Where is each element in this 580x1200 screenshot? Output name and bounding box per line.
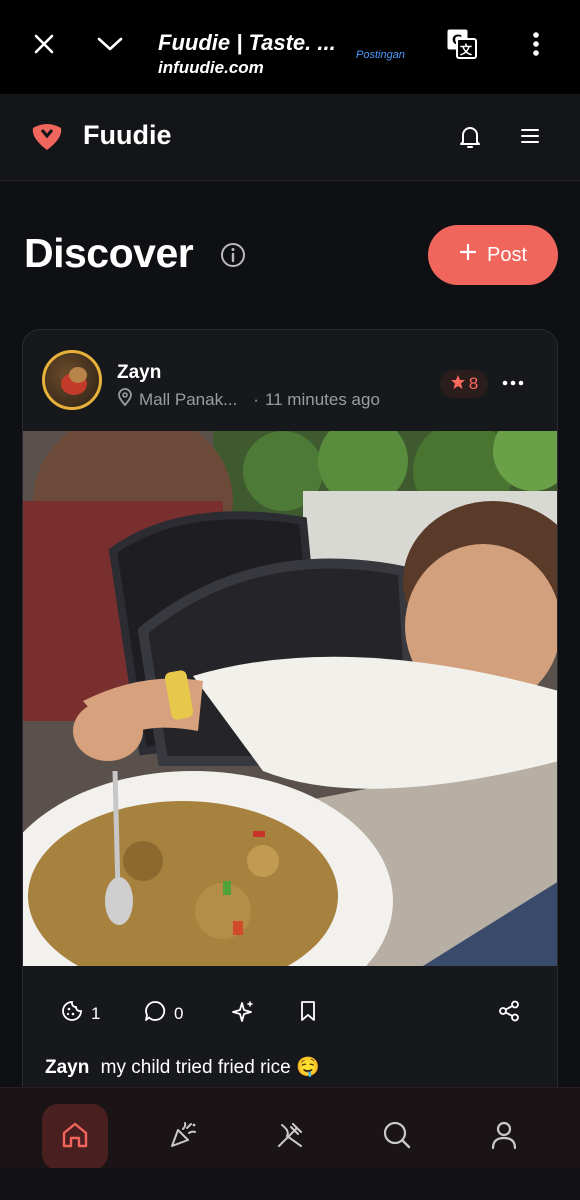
svg-text:文: 文 [460, 42, 473, 57]
nav-profile[interactable] [471, 1104, 537, 1170]
home-icon [59, 1119, 91, 1156]
rating-value: 8 [468, 374, 479, 393]
more-horizontal-icon[interactable] [501, 374, 525, 392]
page-title: Fuudie | Taste. ... [158, 30, 336, 55]
post-author[interactable]: Zayn [117, 362, 161, 384]
share-icon[interactable] [498, 1000, 520, 1022]
caption-author[interactable]: Zayn [45, 1057, 89, 1078]
app-header: Fuudie [0, 94, 580, 181]
post-caption: Zayn my child tried fried rice 🤤 [45, 1055, 320, 1079]
search-icon [382, 1120, 412, 1155]
close-icon[interactable] [22, 22, 66, 66]
discover-title: Discover [24, 230, 194, 276]
sparkle-icon[interactable] [231, 1000, 255, 1024]
fuudie-logo-icon[interactable] [30, 122, 64, 157]
system-nav-strip [0, 1168, 580, 1200]
location-pin-icon [117, 388, 133, 411]
page-domain: infuudie.com [158, 58, 264, 77]
user-icon [490, 1120, 518, 1155]
post-photo[interactable] [23, 431, 557, 966]
info-icon[interactable] [220, 242, 246, 273]
translate-icon[interactable]: G 文 [440, 22, 484, 66]
nav-home[interactable] [42, 1104, 108, 1170]
bell-icon[interactable] [458, 124, 482, 155]
brand-name[interactable]: Fuudie [83, 120, 172, 151]
caption-text: my child tried fried rice 🤤 [100, 1057, 320, 1078]
post-time: 11 minutes ago [264, 389, 380, 409]
browser-bar: Fuudie | Taste. ... infuudie.com Posting… [0, 0, 580, 94]
star-icon [450, 374, 466, 395]
post-button-label: Post [486, 243, 528, 266]
party-popper-icon [167, 1119, 199, 1156]
utensils-icon [274, 1119, 306, 1156]
comment-count: 0 [174, 1003, 184, 1023]
nav-food[interactable] [257, 1104, 323, 1170]
action-row: 1 0 [23, 996, 557, 1032]
post-location[interactable]: Mall Panak... [139, 390, 237, 410]
plus-icon [459, 243, 477, 267]
cookie-count: 1 [91, 1003, 101, 1023]
kebab-icon[interactable] [514, 22, 558, 66]
avatar[interactable] [42, 350, 102, 410]
nav-search[interactable] [364, 1104, 430, 1170]
url-block[interactable]: Fuudie | Taste. ... infuudie.com [158, 30, 348, 78]
bookmark-icon[interactable] [299, 1000, 317, 1022]
nav-party[interactable] [150, 1104, 216, 1170]
post-meta: Mall Panak... · 11 minutes ago [117, 388, 380, 411]
hamburger-icon[interactable] [518, 124, 542, 153]
post-card: Zayn Mall Panak... · 11 minutes ago 8 1 … [22, 329, 558, 1200]
new-post-button[interactable]: Post [428, 225, 558, 285]
cookie-icon [61, 1000, 83, 1027]
rating-badge: 8 [440, 370, 488, 398]
postingan-label: Postingan [356, 49, 405, 61]
chevron-down-icon[interactable] [88, 22, 132, 66]
comment-icon [144, 1000, 166, 1027]
cookie-button[interactable]: 1 [61, 1000, 100, 1027]
comment-button[interactable]: 0 [144, 1000, 183, 1027]
